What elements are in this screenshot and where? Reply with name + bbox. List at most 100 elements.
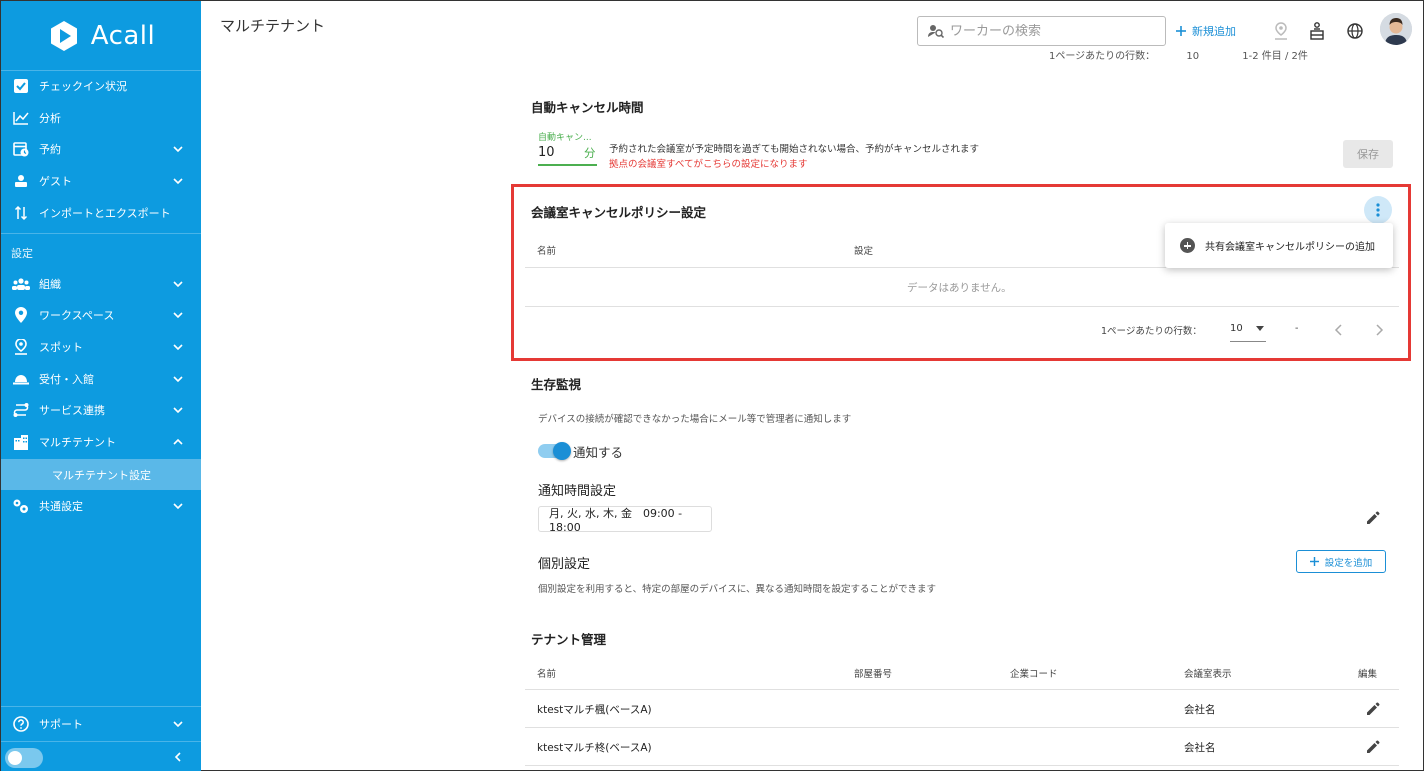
sidebar-sub-label: マルチテナント設定: [52, 468, 151, 482]
location-pin-icon: [12, 306, 30, 324]
auto-cancel-minutes-input[interactable]: 10: [538, 145, 555, 160]
user-avatar[interactable]: [1380, 13, 1412, 45]
chevron-up-icon: [173, 438, 183, 445]
notify-time-title: 通知時間設定: [538, 484, 617, 499]
tenant-col-company-code: 企業コード: [1010, 669, 1058, 680]
tenant-title: テナント管理: [531, 632, 607, 647]
building-user-icon[interactable]: [1307, 21, 1327, 41]
tenant-col-name: 名前: [537, 669, 557, 680]
chevron-down-icon: [173, 344, 183, 351]
notify-time-value: 月, 火, 水, 木, 金 09:00 - 18:00: [538, 506, 712, 534]
no-data-text: データはありません。: [907, 282, 1012, 294]
chevron-down-icon: [173, 407, 183, 414]
add-policy-menu-item[interactable]: 共有会議室キャンセルポリシーの追加: [1165, 223, 1393, 268]
plus-icon: [1309, 557, 1319, 566]
new-add-label: 新規追加: [1192, 25, 1236, 38]
sidebar-item-service-integration[interactable]: サービス連携: [1, 395, 201, 425]
more-options-button[interactable]: [1364, 196, 1392, 224]
table-divider: [525, 765, 1399, 766]
sidebar-item-support[interactable]: サポート: [1, 709, 201, 739]
edit-icon[interactable]: [1365, 510, 1381, 526]
notify-time-text: 月, 火, 水, 木, 金 09:00 - 18:00: [549, 506, 683, 534]
collapse-sidebar-icon[interactable]: [171, 750, 185, 764]
monitor-description: デバイスの接続が確認できなかった場合にメール等で管理者に通知します: [538, 414, 852, 425]
sidebar-item-label: マルチテナント: [39, 436, 116, 449]
new-add-button[interactable]: 新規追加: [1176, 23, 1236, 39]
globe-icon[interactable]: [1345, 21, 1365, 41]
sidebar-item-analysis[interactable]: 分析: [1, 103, 201, 133]
person-search-icon: [928, 25, 944, 38]
sidebar-item-common-settings[interactable]: 共通設定: [1, 491, 201, 521]
search-input[interactable]: [950, 23, 1150, 39]
sidebar-item-reception[interactable]: 受付・入館: [1, 364, 201, 394]
chevron-down-icon: [173, 178, 183, 185]
search-box[interactable]: [917, 16, 1166, 46]
individual-settings-title: 個別設定: [538, 557, 591, 572]
sidebar-item-spot[interactable]: スポット: [1, 332, 201, 362]
tenant-col-edit: 編集: [1358, 669, 1378, 680]
notify-toggle-label: 通知する: [573, 445, 624, 460]
monitor-title: 生存監視: [531, 377, 582, 392]
gears-icon: [12, 497, 30, 515]
page-range: -: [1295, 323, 1299, 334]
add-circle-icon: [1180, 238, 1195, 253]
prev-page-icon[interactable]: [1334, 324, 1344, 336]
sidebar-item-import-export[interactable]: インポートとエクスポート: [1, 198, 201, 228]
tenant-col-display: 会議室表示: [1184, 669, 1232, 680]
dropdown-arrow-icon: [1255, 326, 1264, 331]
sidebar-item-multitenant-settings[interactable]: マルチテナント設定: [1, 459, 201, 490]
notify-toggle[interactable]: [538, 442, 571, 460]
sidebar-item-label: チェックイン状況: [39, 80, 127, 93]
sidebar-divider: [1, 233, 201, 234]
sidebar-item-label: インポートとエクスポート: [39, 207, 171, 220]
table-divider: [525, 306, 1399, 307]
settings-section-label: 設定: [11, 247, 33, 260]
checkbox-icon: [12, 77, 30, 95]
logo[interactable]: Acall: [1, 1, 201, 71]
individual-settings-description: 個別設定を利用すると、特定の部屋のデバイスに、異なる通知時間を設定することができ…: [538, 584, 937, 595]
calendar-clock-icon: [12, 140, 30, 158]
sidebar-item-label: 分析: [39, 112, 61, 125]
auto-cancel-title: 自動キャンセル時間: [531, 100, 644, 115]
next-page-icon[interactable]: [1374, 324, 1384, 336]
chevron-down-icon: [173, 503, 183, 510]
save-button[interactable]: 保存: [1343, 140, 1393, 168]
sidebar-toggle[interactable]: [5, 748, 43, 768]
chart-icon: [12, 109, 30, 127]
import-export-icon: [12, 204, 30, 222]
sidebar-item-label: サービス連携: [39, 404, 105, 417]
sidebar-item-label: ワークスペース: [39, 309, 115, 322]
sidebar-item-reservation[interactable]: 予約: [1, 134, 201, 164]
tenant-row-display: 会社名: [1184, 704, 1216, 716]
auto-cancel-field-label: 自動キャン...: [538, 133, 592, 143]
sidebar-item-label: 共通設定: [39, 500, 83, 513]
spot-pin-icon: [12, 338, 30, 356]
sidebar: Acall チェックイン状況 分析 予約 ゲスト インポートとエクスポート 設定…: [1, 1, 201, 771]
chevron-down-icon: [173, 146, 183, 153]
sidebar-item-guest[interactable]: ゲスト: [1, 166, 201, 196]
edit-icon[interactable]: [1365, 701, 1381, 717]
page-title: マルチテナント: [220, 17, 326, 35]
chevron-down-icon: [173, 721, 183, 728]
top-pager-value[interactable]: 10: [1186, 51, 1199, 62]
col-header-name: 名前: [537, 246, 557, 257]
location-icon[interactable]: [1271, 21, 1291, 41]
tenant-row-display: 会社名: [1184, 742, 1216, 754]
sidebar-item-organization[interactable]: 組織: [1, 269, 201, 299]
sidebar-item-multitenant[interactable]: マルチテナント: [1, 427, 201, 457]
table-divider: [525, 689, 1399, 690]
rows-per-page-select[interactable]: 10: [1230, 323, 1264, 334]
reception-bell-icon: [12, 370, 30, 388]
help-icon: [12, 715, 30, 733]
add-setting-button[interactable]: 設定を追加: [1296, 550, 1386, 573]
sidebar-item-workspace[interactable]: ワークスペース: [1, 300, 201, 330]
sidebar-item-checkin[interactable]: チェックイン状況: [1, 71, 201, 101]
edit-icon[interactable]: [1365, 739, 1381, 755]
sidebar-item-label: 受付・入館: [39, 373, 94, 386]
more-vert-icon: [1376, 203, 1380, 217]
plus-icon: [1176, 26, 1186, 36]
chevron-down-icon: [173, 376, 183, 383]
group-icon: [12, 275, 30, 293]
sidebar-divider: [1, 706, 201, 707]
integration-icon: [12, 401, 30, 419]
